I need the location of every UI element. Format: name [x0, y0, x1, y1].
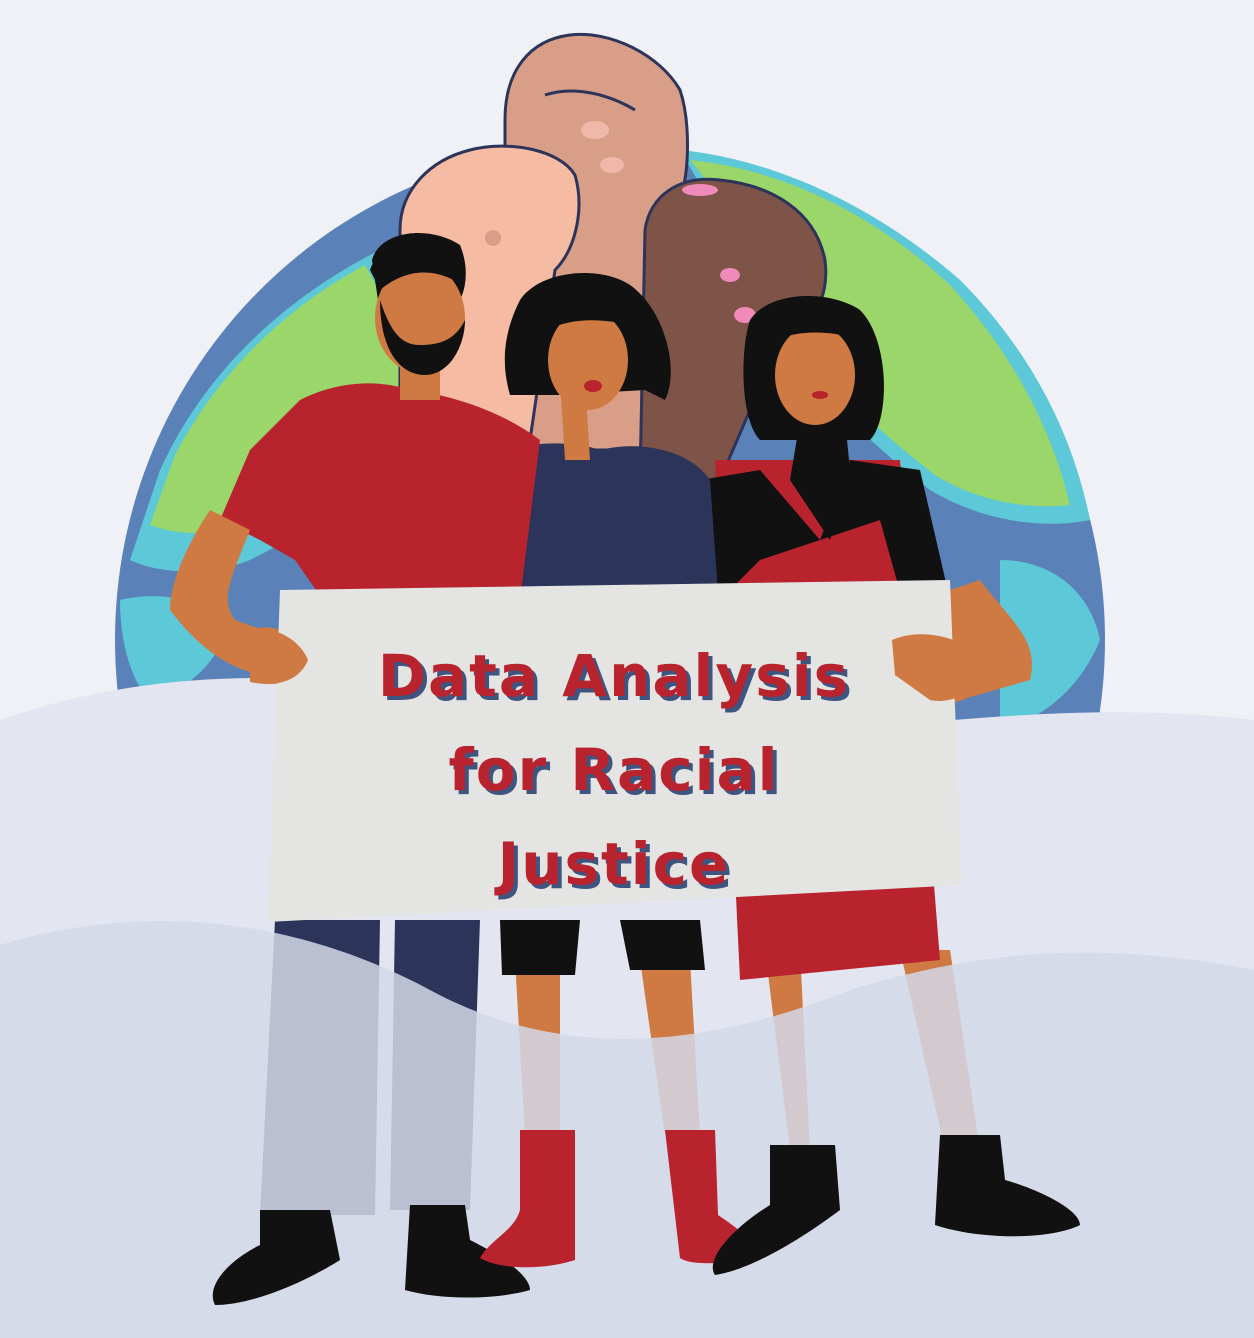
sign-line-3: Justice [494, 830, 731, 898]
poster-illustration: Data Analysis for Racial Justice Data An… [0, 0, 1254, 1338]
sign-line-2: for Racial [449, 736, 780, 804]
sign-line-1: Data Analysis [378, 642, 850, 710]
